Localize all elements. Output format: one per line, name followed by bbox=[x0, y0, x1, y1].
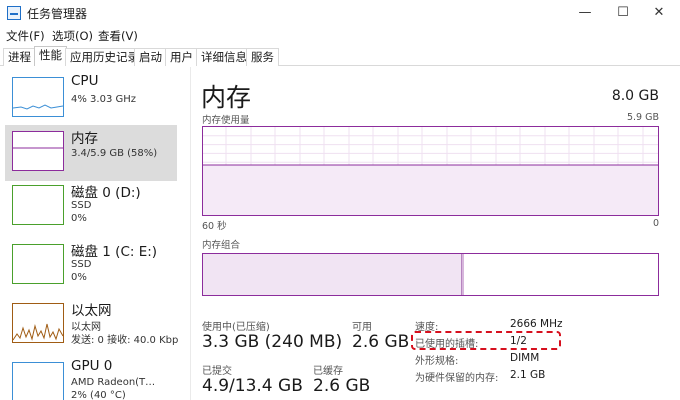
disk-thumbnail-graph bbox=[12, 244, 64, 284]
sidebar-item-label: 磁盘 0 (D:) bbox=[71, 185, 141, 201]
sidebar-item-label: CPU bbox=[71, 73, 99, 89]
menu-options[interactable]: 选项(O) bbox=[52, 28, 93, 44]
sidebar-item-label: 内存 bbox=[71, 131, 98, 147]
memory-composition-bar bbox=[202, 253, 659, 296]
composition-modified bbox=[462, 254, 464, 295]
sidebar-item-disk-1[interactable]: 磁盘 1 (C: E:) SSD 0% bbox=[5, 238, 177, 294]
tab-bar: 进程 性能 应用历史记录 启动 用户 详细信息 服务 bbox=[0, 46, 680, 66]
menu-view[interactable]: 查看(V) bbox=[98, 28, 138, 44]
in-use-label: 使用中(已压缩) bbox=[202, 322, 270, 333]
composition-in-use bbox=[203, 254, 462, 295]
sidebar-item-ethernet[interactable]: 以太网 以太网 发送: 0 接收: 40.0 Kbp bbox=[5, 297, 179, 353]
slots-highlight-annotation bbox=[411, 331, 561, 350]
usage-graph-max: 5.9 GB bbox=[626, 112, 659, 123]
memory-total: 8.0 GB bbox=[611, 88, 659, 104]
available-value: 2.6 GB bbox=[352, 332, 410, 352]
sidebar-item-disk-0[interactable]: 磁盘 0 (D:) SSD 0% bbox=[5, 179, 177, 235]
hardware-reserved-label: 为硬件保留的内存: bbox=[415, 373, 499, 384]
close-button[interactable]: ✕ bbox=[636, 0, 680, 26]
time-axis-label: 60 秒 bbox=[202, 221, 227, 232]
hardware-reserved-value: 2.1 GB bbox=[510, 369, 546, 381]
tab-details[interactable]: 详细信息 bbox=[196, 48, 252, 66]
cached-label: 已缓存 bbox=[313, 366, 343, 377]
task-manager-icon bbox=[7, 6, 21, 20]
sidebar-item-detail: SSD bbox=[71, 200, 92, 211]
disk-thumbnail-graph bbox=[12, 185, 64, 225]
cached-value: 2.6 GB bbox=[313, 376, 371, 396]
sidebar-item-label: 磁盘 1 (C: E:) bbox=[71, 244, 158, 260]
composition-label: 内存组合 bbox=[202, 240, 241, 251]
tab-app-history[interactable]: 应用历史记录 bbox=[65, 48, 144, 66]
performance-sidebar: CPU 4% 3.03 GHz 内存 3.4/5.9 GB (58%) 磁盘 0… bbox=[0, 67, 180, 400]
page-title: 内存 bbox=[201, 83, 252, 112]
network-thumbnail-graph bbox=[12, 303, 64, 343]
form-factor-value: DIMM bbox=[510, 352, 540, 364]
committed-label: 已提交 bbox=[202, 366, 232, 377]
committed-value: 4.9/13.4 GB bbox=[202, 376, 303, 396]
sidebar-item-detail: 发送: 0 接收: 40.0 Kbp bbox=[71, 335, 179, 346]
memory-usage-chart bbox=[203, 127, 658, 215]
sidebar-item-gpu[interactable]: GPU 0 AMD Radeon(T… 2% (40 °C) bbox=[5, 356, 177, 400]
window-title: 任务管理器 bbox=[27, 7, 88, 21]
memory-thumbnail-graph bbox=[12, 131, 64, 171]
tab-startup[interactable]: 启动 bbox=[134, 48, 167, 66]
form-factor-label: 外形规格: bbox=[415, 356, 459, 367]
in-use-value: 3.3 GB (240 MB) bbox=[202, 332, 343, 352]
panel-divider bbox=[190, 67, 191, 400]
sidebar-item-memory[interactable]: 内存 3.4/5.9 GB (58%) bbox=[5, 125, 177, 181]
sidebar-item-detail: 0% bbox=[71, 272, 87, 283]
usage-graph-label: 内存使用量 bbox=[202, 115, 250, 126]
tab-services[interactable]: 服务 bbox=[246, 48, 279, 66]
sidebar-item-detail: AMD Radeon(T… bbox=[71, 377, 156, 388]
memory-usage-graph bbox=[202, 126, 659, 216]
available-label: 可用 bbox=[352, 322, 372, 333]
sidebar-item-detail: 2% (40 °C) bbox=[71, 390, 126, 400]
tab-users[interactable]: 用户 bbox=[165, 48, 198, 66]
sidebar-item-cpu[interactable]: CPU 4% 3.03 GHz bbox=[5, 71, 177, 127]
tab-processes[interactable]: 进程 bbox=[3, 48, 36, 66]
sidebar-item-detail: 0% bbox=[71, 213, 87, 224]
tab-performance[interactable]: 性能 bbox=[34, 46, 67, 66]
sidebar-item-detail: SSD bbox=[71, 259, 92, 270]
title-bar: 任务管理器 — ☐ ✕ bbox=[0, 0, 680, 26]
sidebar-item-label: GPU 0 bbox=[71, 358, 113, 374]
time-axis-end: 0 bbox=[653, 218, 660, 229]
sidebar-item-label: 以太网 bbox=[71, 303, 112, 319]
cpu-thumbnail-graph bbox=[12, 77, 64, 117]
speed-value: 2666 MHz bbox=[510, 318, 563, 330]
sidebar-item-detail: 3.4/5.9 GB (58%) bbox=[71, 148, 158, 159]
menu-file[interactable]: 文件(F) bbox=[6, 28, 45, 44]
menu-bar: 文件(F) 选项(O) 查看(V) bbox=[0, 26, 680, 46]
sidebar-item-detail: 4% 3.03 GHz bbox=[71, 94, 137, 105]
gpu-thumbnail-graph bbox=[12, 362, 64, 400]
